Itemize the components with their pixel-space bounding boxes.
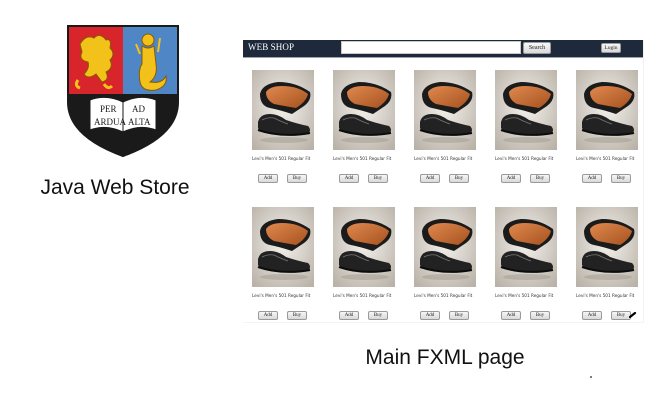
product-card: Levi's Men's 501 Regular Fit Add Buy bbox=[324, 70, 396, 188]
product-card: Levi's Men's 501 Regular Fit Add Buy bbox=[486, 70, 558, 188]
product-card: Levi's Men's 501 Regular Fit Add Buy bbox=[567, 207, 639, 322]
add-button[interactable]: Add bbox=[339, 174, 359, 183]
buy-button[interactable]: Buy bbox=[449, 174, 469, 183]
shoe-image bbox=[576, 207, 638, 287]
product-title: Levi's Men's 501 Regular Fit bbox=[576, 156, 635, 161]
shoe-image bbox=[333, 207, 395, 287]
buy-button[interactable]: Buy bbox=[368, 311, 388, 320]
brand-title: WEB SHOP bbox=[248, 42, 295, 52]
buy-button[interactable]: Buy bbox=[530, 311, 550, 320]
crest-text-alta: ALTA bbox=[128, 117, 151, 127]
left-caption: Java Web Store bbox=[40, 176, 190, 199]
right-caption: Main FXML page bbox=[365, 346, 525, 369]
search-button[interactable]: Search bbox=[523, 42, 551, 54]
login-button[interactable]: Login bbox=[601, 43, 621, 53]
shoe-image bbox=[576, 70, 638, 150]
add-button[interactable]: Add bbox=[501, 174, 521, 183]
add-button[interactable]: Add bbox=[501, 311, 521, 320]
add-button[interactable]: Add bbox=[582, 174, 602, 183]
product-card: Levi's Men's 501 Regular Fit Add Buy bbox=[243, 70, 315, 188]
buy-button[interactable]: Buy bbox=[611, 311, 631, 320]
add-button[interactable]: Add bbox=[420, 311, 440, 320]
buy-button[interactable]: Buy bbox=[530, 174, 550, 183]
buy-button[interactable]: Buy bbox=[287, 311, 307, 320]
shoe-image bbox=[414, 70, 476, 150]
product-title: Levi's Men's 501 Regular Fit bbox=[333, 293, 392, 298]
product-title: Levi's Men's 501 Regular Fit bbox=[333, 156, 392, 161]
product-card: Levi's Men's 501 Regular Fit Add Buy bbox=[405, 70, 477, 188]
product-title: Levi's Men's 501 Regular Fit bbox=[252, 293, 311, 298]
buy-button[interactable]: Buy bbox=[449, 311, 469, 320]
add-button[interactable]: Add bbox=[420, 174, 440, 183]
product-title: Levi's Men's 501 Regular Fit bbox=[495, 293, 554, 298]
product-card: Levi's Men's 501 Regular Fit Add Buy bbox=[405, 207, 477, 322]
top-bar: WEB SHOP Search Login bbox=[243, 40, 643, 58]
crest-logo: PER ARDUA AD ALTA bbox=[67, 25, 179, 158]
web-shop-window: WEB SHOP Search Login Levi's Men's 501 R… bbox=[243, 40, 644, 323]
crest-text-ad: AD bbox=[132, 104, 145, 114]
buy-button[interactable]: Buy bbox=[611, 174, 631, 183]
add-button[interactable]: Add bbox=[339, 311, 359, 320]
product-title: Levi's Men's 501 Regular Fit bbox=[495, 156, 554, 161]
add-button[interactable]: Add bbox=[582, 311, 602, 320]
add-button[interactable]: Add bbox=[258, 174, 278, 183]
add-button[interactable]: Add bbox=[258, 311, 278, 320]
product-title: Levi's Men's 501 Regular Fit bbox=[576, 293, 635, 298]
product-title: Levi's Men's 501 Regular Fit bbox=[414, 156, 473, 161]
product-card: Levi's Men's 501 Regular Fit Add Buy bbox=[567, 70, 639, 188]
crest-text-ardua: ARDUA bbox=[94, 117, 127, 127]
crest-text-per: PER bbox=[100, 104, 117, 114]
shoe-image bbox=[333, 70, 395, 150]
product-card: Levi's Men's 501 Regular Fit Add Buy bbox=[486, 207, 558, 322]
shoe-image bbox=[252, 70, 314, 150]
shoe-image bbox=[495, 207, 557, 287]
shoe-image bbox=[252, 207, 314, 287]
buy-button[interactable]: Buy bbox=[368, 174, 388, 183]
buy-button[interactable]: Buy bbox=[287, 174, 307, 183]
stray-dot bbox=[590, 376, 592, 378]
shoe-image bbox=[495, 70, 557, 150]
product-card: Levi's Men's 501 Regular Fit Add Buy bbox=[243, 207, 315, 322]
product-card: Levi's Men's 501 Regular Fit Add Buy bbox=[324, 207, 396, 322]
product-title: Levi's Men's 501 Regular Fit bbox=[414, 293, 473, 298]
product-title: Levi's Men's 501 Regular Fit bbox=[252, 156, 311, 161]
mouse-cursor-icon bbox=[629, 312, 637, 318]
shoe-image bbox=[414, 207, 476, 287]
search-input[interactable] bbox=[341, 41, 521, 54]
